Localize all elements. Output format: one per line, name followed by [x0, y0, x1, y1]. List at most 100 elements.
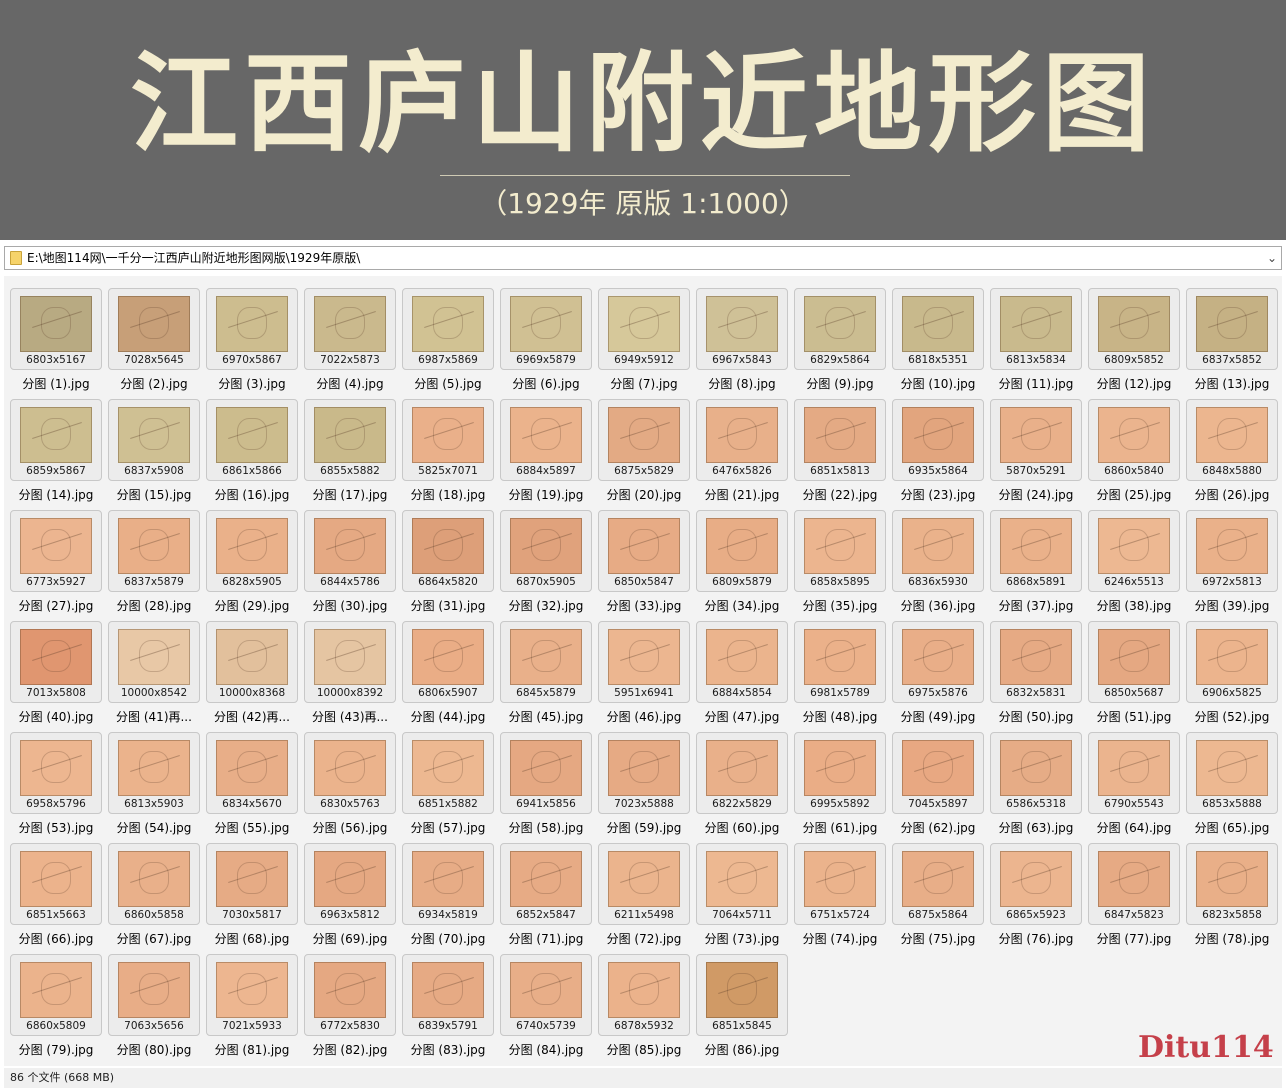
file-thumbnail[interactable]: 6969x5879: [500, 288, 592, 370]
file-thumbnail[interactable]: 6949x5912: [598, 288, 690, 370]
file-name[interactable]: 分图 (41)再...: [102, 709, 206, 725]
file-thumbnail[interactable]: 7030x5817: [206, 843, 298, 925]
file-name[interactable]: 分图 (34).jpg: [690, 598, 794, 614]
file-name[interactable]: 分图 (56).jpg: [298, 820, 402, 836]
file-name[interactable]: 分图 (65).jpg: [1180, 820, 1284, 836]
file-thumbnail[interactable]: 5825x7071: [402, 399, 494, 481]
file-thumbnail[interactable]: 6246x5513: [1088, 510, 1180, 592]
address-bar[interactable]: E:\地图114网\一千分一江西庐山附近地形图网版\1929年原版\ ⌄: [4, 246, 1282, 270]
file-thumbnail[interactable]: 6851x5882: [402, 732, 494, 814]
file-name[interactable]: 分图 (26).jpg: [1180, 487, 1284, 503]
file-thumbnail[interactable]: 6855x5882: [304, 399, 396, 481]
file-name[interactable]: 分图 (66).jpg: [4, 931, 108, 947]
file-thumbnail[interactable]: 6809x5852: [1088, 288, 1180, 370]
file-thumbnail[interactable]: 6852x5847: [500, 843, 592, 925]
file-name[interactable]: 分图 (63).jpg: [984, 820, 1088, 836]
file-name[interactable]: 分图 (64).jpg: [1082, 820, 1186, 836]
chevron-down-icon[interactable]: ⌄: [1267, 250, 1277, 266]
file-name[interactable]: 分图 (45).jpg: [494, 709, 598, 725]
file-thumbnail[interactable]: 6858x5895: [794, 510, 886, 592]
address-path[interactable]: E:\地图114网\一千分一江西庐山附近地形图网版\1929年原版\: [27, 250, 360, 266]
file-name[interactable]: 分图 (38).jpg: [1082, 598, 1186, 614]
file-thumbnail[interactable]: 6845x5879: [500, 621, 592, 703]
file-thumbnail[interactable]: 7023x5888: [598, 732, 690, 814]
file-name[interactable]: 分图 (51).jpg: [1082, 709, 1186, 725]
file-name[interactable]: 分图 (54).jpg: [102, 820, 206, 836]
file-thumbnail[interactable]: 6818x5351: [892, 288, 984, 370]
file-thumbnail[interactable]: 6850x5687: [1088, 621, 1180, 703]
file-name[interactable]: 分图 (58).jpg: [494, 820, 598, 836]
file-thumbnail[interactable]: 6751x5724: [794, 843, 886, 925]
file-name[interactable]: 分图 (23).jpg: [886, 487, 990, 503]
file-name[interactable]: 分图 (14).jpg: [4, 487, 108, 503]
file-thumbnail[interactable]: 6844x5786: [304, 510, 396, 592]
file-thumbnail[interactable]: 7045x5897: [892, 732, 984, 814]
file-name[interactable]: 分图 (18).jpg: [396, 487, 500, 503]
file-thumbnail[interactable]: 6586x5318: [990, 732, 1082, 814]
file-name[interactable]: 分图 (6).jpg: [494, 376, 598, 392]
file-name[interactable]: 分图 (28).jpg: [102, 598, 206, 614]
file-thumbnail[interactable]: 6870x5905: [500, 510, 592, 592]
file-name[interactable]: 分图 (24).jpg: [984, 487, 1088, 503]
file-name[interactable]: 分图 (3).jpg: [200, 376, 304, 392]
file-name[interactable]: 分图 (16).jpg: [200, 487, 304, 503]
file-name[interactable]: 分图 (72).jpg: [592, 931, 696, 947]
file-name[interactable]: 分图 (42)再...: [200, 709, 304, 725]
file-name[interactable]: 分图 (86).jpg: [690, 1042, 794, 1058]
file-name[interactable]: 分图 (44).jpg: [396, 709, 500, 725]
file-name[interactable]: 分图 (83).jpg: [396, 1042, 500, 1058]
file-name[interactable]: 分图 (79).jpg: [4, 1042, 108, 1058]
file-name[interactable]: 分图 (74).jpg: [788, 931, 892, 947]
file-name[interactable]: 分图 (78).jpg: [1180, 931, 1284, 947]
file-thumbnail[interactable]: 6906x5825: [1186, 621, 1278, 703]
file-name[interactable]: 分图 (67).jpg: [102, 931, 206, 947]
file-thumbnail[interactable]: 6837x5879: [108, 510, 200, 592]
file-name[interactable]: 分图 (27).jpg: [4, 598, 108, 614]
file-name[interactable]: 分图 (17).jpg: [298, 487, 402, 503]
file-thumbnail[interactable]: 6935x5864: [892, 399, 984, 481]
file-thumbnail[interactable]: 6790x5543: [1088, 732, 1180, 814]
file-name[interactable]: 分图 (8).jpg: [690, 376, 794, 392]
file-name[interactable]: 分图 (32).jpg: [494, 598, 598, 614]
file-thumbnail[interactable]: 6875x5864: [892, 843, 984, 925]
file-name[interactable]: 分图 (29).jpg: [200, 598, 304, 614]
file-thumbnail[interactable]: 6836x5930: [892, 510, 984, 592]
file-name[interactable]: 分图 (7).jpg: [592, 376, 696, 392]
file-thumbnail[interactable]: 6828x5905: [206, 510, 298, 592]
file-thumbnail[interactable]: 7063x5656: [108, 954, 200, 1036]
file-thumbnail[interactable]: 6830x5763: [304, 732, 396, 814]
file-name[interactable]: 分图 (70).jpg: [396, 931, 500, 947]
file-name[interactable]: 分图 (57).jpg: [396, 820, 500, 836]
file-name[interactable]: 分图 (73).jpg: [690, 931, 794, 947]
file-thumbnail[interactable]: 6975x5876: [892, 621, 984, 703]
file-name[interactable]: 分图 (12).jpg: [1082, 376, 1186, 392]
file-thumbnail[interactable]: 6868x5891: [990, 510, 1082, 592]
file-name[interactable]: 分图 (75).jpg: [886, 931, 990, 947]
file-thumbnail[interactable]: 6211x5498: [598, 843, 690, 925]
file-thumbnail[interactable]: 6839x5791: [402, 954, 494, 1036]
file-name[interactable]: 分图 (40).jpg: [4, 709, 108, 725]
file-name[interactable]: 分图 (82).jpg: [298, 1042, 402, 1058]
file-thumbnail[interactable]: 7028x5645: [108, 288, 200, 370]
file-name[interactable]: 分图 (43)再...: [298, 709, 402, 725]
file-thumbnail[interactable]: 6740x5739: [500, 954, 592, 1036]
file-name[interactable]: 分图 (35).jpg: [788, 598, 892, 614]
file-name[interactable]: 分图 (69).jpg: [298, 931, 402, 947]
file-name[interactable]: 分图 (21).jpg: [690, 487, 794, 503]
file-thumbnail[interactable]: 6972x5813: [1186, 510, 1278, 592]
file-name[interactable]: 分图 (20).jpg: [592, 487, 696, 503]
file-name[interactable]: 分图 (30).jpg: [298, 598, 402, 614]
file-thumbnail[interactable]: 6934x5819: [402, 843, 494, 925]
file-name[interactable]: 分图 (39).jpg: [1180, 598, 1284, 614]
file-name[interactable]: 分图 (71).jpg: [494, 931, 598, 947]
file-thumbnail[interactable]: 6809x5879: [696, 510, 788, 592]
file-name[interactable]: 分图 (15).jpg: [102, 487, 206, 503]
file-thumbnail[interactable]: 6837x5852: [1186, 288, 1278, 370]
file-thumbnail[interactable]: 6823x5858: [1186, 843, 1278, 925]
file-name[interactable]: 分图 (80).jpg: [102, 1042, 206, 1058]
file-name[interactable]: 分图 (61).jpg: [788, 820, 892, 836]
file-thumbnail[interactable]: 6803x5167: [10, 288, 102, 370]
file-name[interactable]: 分图 (10).jpg: [886, 376, 990, 392]
file-thumbnail[interactable]: 6847x5823: [1088, 843, 1180, 925]
file-thumbnail[interactable]: 6848x5880: [1186, 399, 1278, 481]
